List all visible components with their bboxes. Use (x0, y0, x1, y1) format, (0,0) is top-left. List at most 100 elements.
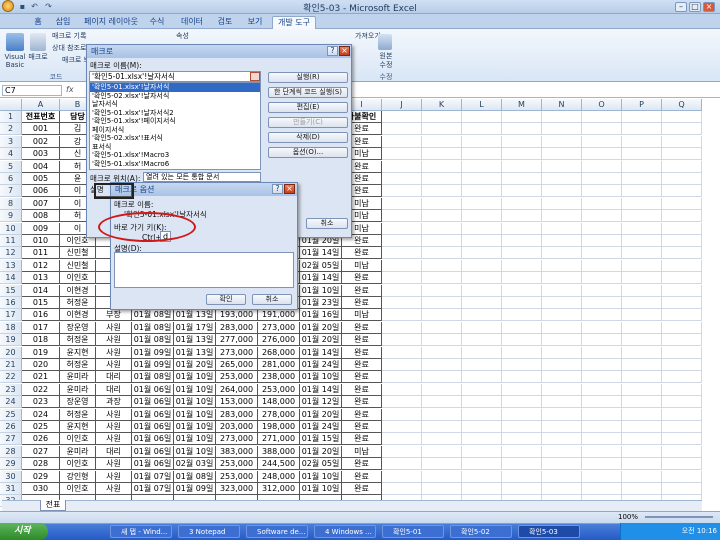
table-cell[interactable] (502, 421, 542, 433)
table-cell[interactable] (662, 359, 702, 371)
table-cell[interactable]: 01월 16일 (300, 309, 342, 322)
table-cell[interactable] (582, 483, 622, 495)
macro-list-item[interactable]: '확인5-01.xlsx'!페이지서식 (90, 117, 260, 126)
table-cell[interactable]: 사원 (96, 483, 132, 495)
tab-developer[interactable]: 개발 도구 (272, 16, 316, 29)
table-cell[interactable] (582, 210, 622, 223)
table-cell[interactable]: 312,000 (258, 483, 300, 495)
table-cell[interactable] (542, 259, 582, 272)
row-header[interactable]: 18 (0, 321, 22, 334)
table-cell[interactable] (422, 284, 462, 297)
table-cell[interactable] (422, 247, 462, 260)
run-button[interactable]: 실행(R) (268, 72, 348, 83)
column-header[interactable]: P (622, 99, 662, 111)
table-cell[interactable] (542, 148, 582, 161)
table-cell[interactable]: 완료 (342, 346, 382, 359)
table-cell[interactable] (502, 111, 542, 123)
table-cell[interactable]: 01월 06일 (132, 408, 174, 421)
table-cell[interactable]: 01월 20일 (300, 334, 342, 347)
table-cell[interactable]: 01월 10일 (300, 483, 342, 495)
table-cell[interactable]: 029 (22, 470, 60, 483)
table-cell[interactable]: 01월 10일 (174, 383, 216, 396)
table-cell[interactable] (542, 235, 582, 247)
table-cell[interactable] (582, 160, 622, 173)
table-cell[interactable] (422, 197, 462, 210)
table-cell[interactable] (422, 346, 462, 359)
table-cell[interactable]: 278,000 (258, 408, 300, 421)
table-cell[interactable] (662, 173, 702, 185)
table-cell[interactable] (462, 173, 502, 185)
table-cell[interactable]: 사원 (96, 470, 132, 483)
table-cell[interactable] (422, 309, 462, 322)
table-cell[interactable]: 01월 07일 (132, 483, 174, 495)
table-cell[interactable]: 이인호 (60, 433, 96, 446)
row-header[interactable]: 4 (0, 148, 22, 161)
table-cell[interactable]: 완료 (342, 470, 382, 483)
row-header[interactable]: 15 (0, 284, 22, 297)
table-cell[interactable]: 장운영 (60, 396, 96, 409)
table-cell[interactable] (502, 235, 542, 247)
table-cell[interactable] (622, 408, 662, 421)
table-cell[interactable]: 부장 (96, 309, 132, 322)
table-cell[interactable] (542, 483, 582, 495)
macro-list-item[interactable]: '확인5-01.xlsx'!Macro3 (90, 151, 260, 160)
table-cell[interactable] (382, 185, 422, 198)
table-cell[interactable]: 003 (22, 148, 60, 161)
table-cell[interactable] (662, 396, 702, 409)
table-cell[interactable] (382, 470, 422, 483)
table-cell[interactable] (582, 321, 622, 334)
table-cell[interactable] (502, 408, 542, 421)
table-cell[interactable] (422, 235, 462, 247)
table-cell[interactable] (622, 247, 662, 260)
table-cell[interactable]: 이인호 (60, 272, 96, 285)
tab-view[interactable]: 보기 (244, 16, 266, 29)
table-cell[interactable]: 01월 06일 (132, 445, 174, 458)
table-cell[interactable] (622, 259, 662, 272)
table-cell[interactable]: 01월 06일 (132, 383, 174, 396)
table-cell[interactable] (662, 321, 702, 334)
table-cell[interactable] (422, 123, 462, 136)
table-cell[interactable] (502, 123, 542, 136)
table-cell[interactable]: 015 (22, 297, 60, 309)
table-cell[interactable] (382, 160, 422, 173)
column-header[interactable]: O (582, 99, 622, 111)
table-cell[interactable]: 010 (22, 235, 60, 247)
table-cell[interactable]: 허정윤 (60, 334, 96, 347)
table-cell[interactable] (662, 383, 702, 396)
row-header[interactable]: 13 (0, 259, 22, 272)
table-cell[interactable]: 191,000 (258, 309, 300, 322)
row-header[interactable]: 19 (0, 334, 22, 347)
task-item[interactable]: 3 Notepad (178, 525, 240, 538)
table-cell[interactable] (382, 173, 422, 185)
table-cell[interactable] (422, 185, 462, 198)
table-cell[interactable] (662, 247, 702, 260)
table-cell[interactable] (622, 359, 662, 371)
ok-button[interactable]: 확인 (206, 294, 246, 305)
name-box[interactable]: C7 (2, 85, 62, 96)
table-cell[interactable] (622, 321, 662, 334)
table-cell[interactable]: 253,000 (216, 458, 258, 471)
table-cell[interactable] (582, 359, 622, 371)
macro-list-item[interactable]: 페이지서식 (90, 126, 260, 135)
table-cell[interactable] (622, 185, 662, 198)
table-cell[interactable]: 윤지현 (60, 421, 96, 433)
table-cell[interactable] (502, 160, 542, 173)
row-header[interactable]: 8 (0, 197, 22, 210)
table-cell[interactable]: 148,000 (258, 396, 300, 409)
table-cell[interactable] (662, 421, 702, 433)
table-cell[interactable]: 01월 10일 (174, 396, 216, 409)
table-cell[interactable] (622, 197, 662, 210)
table-cell[interactable] (582, 222, 622, 235)
table-cell[interactable] (582, 371, 622, 384)
sheet-tab[interactable]: 전표 (40, 500, 66, 511)
table-cell[interactable] (622, 346, 662, 359)
table-cell[interactable]: 02월 05일 (300, 259, 342, 272)
table-cell[interactable]: 244,500 (258, 458, 300, 471)
row-header[interactable]: 6 (0, 173, 22, 185)
source-icon[interactable] (378, 34, 392, 50)
table-cell[interactable] (542, 359, 582, 371)
table-cell[interactable]: 01월 20일 (174, 359, 216, 371)
macro-list-item[interactable]: '확인5-01.xlsx'!Macro6 (90, 160, 260, 169)
macro-icon[interactable] (30, 33, 46, 51)
table-cell[interactable]: 완료 (342, 247, 382, 260)
